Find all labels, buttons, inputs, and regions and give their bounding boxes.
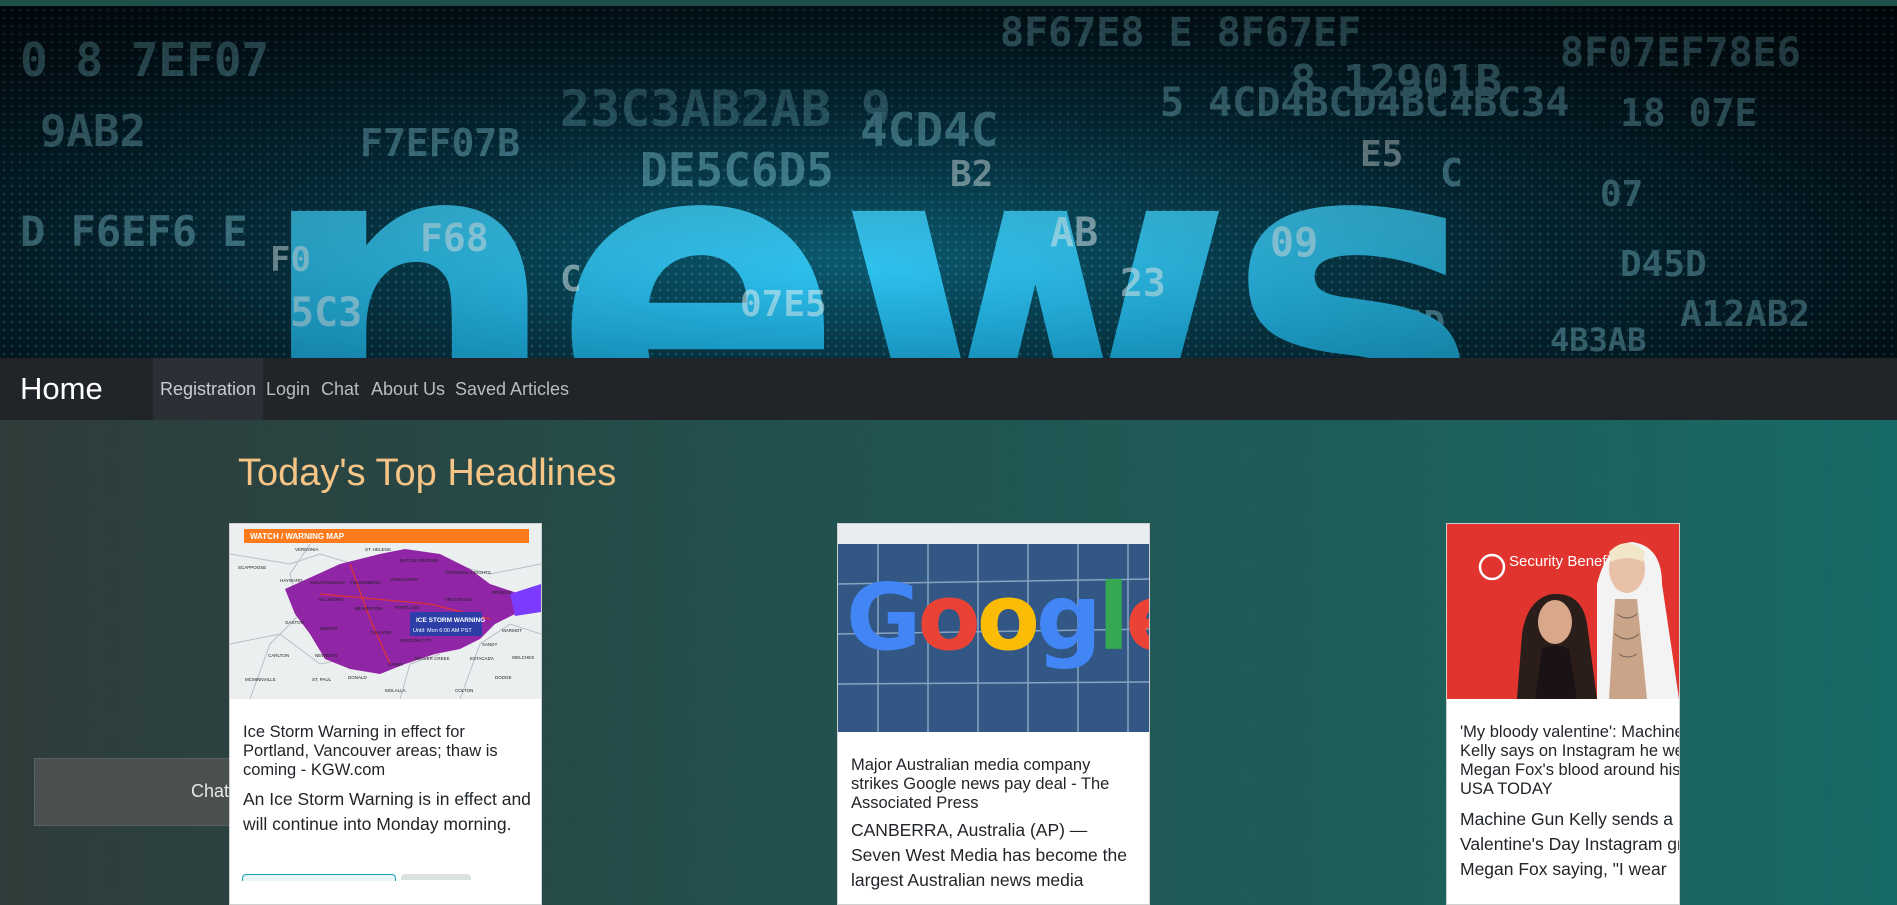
svg-text:NEWBERG: NEWBERG xyxy=(315,653,339,658)
svg-text:SANDY: SANDY xyxy=(482,642,498,647)
svg-text:MCMINNVILLE: MCMINNVILLE xyxy=(245,677,276,682)
svg-text:TUALATIN: TUALATIN xyxy=(370,630,391,635)
google-logo: Google xyxy=(846,564,1149,671)
svg-text:VERNONIA: VERNONIA xyxy=(295,547,319,552)
svg-text:VANCOUVER: VANCOUVER xyxy=(390,577,419,582)
news-banner: 0 8 7EF07 23C3AB2AB 9 8F67E8 E 8F67EF 8 … xyxy=(0,6,1897,358)
svg-text:BEAVERTON: BEAVERTON xyxy=(355,606,382,611)
svg-text:PRINDLE: PRINDLE xyxy=(492,590,512,595)
save-article-button[interactable] xyxy=(401,874,471,880)
svg-text:MIDWAY: MIDWAY xyxy=(320,626,338,631)
article-title[interactable]: 'My bloody valentine': Machine Gun Kelly… xyxy=(1460,723,1679,799)
article-image-celebrity-couple[interactable]: Security Benefit xyxy=(1447,524,1679,699)
svg-text:CANBY: CANBY xyxy=(388,662,404,667)
article-image-ice-storm-map[interactable]: WATCH / WARNING MAP ICE STORM WARNING Un… xyxy=(230,524,541,699)
svg-text:SCAPPOOSE: SCAPPOOSE xyxy=(238,565,266,570)
svg-text:TROUTDALE: TROUTDALE xyxy=(445,597,472,602)
article-card[interactable]: WATCH / WARNING MAP ICE STORM WARNING Un… xyxy=(229,523,542,905)
svg-text:ESTACADA: ESTACADA xyxy=(470,656,494,661)
svg-text:CRESWELL HEIGHTS: CRESWELL HEIGHTS xyxy=(445,570,491,575)
article-image-google-building[interactable]: Google xyxy=(838,524,1149,732)
article-card[interactable]: Security Benefit 'My bloody valentine': … xyxy=(1446,523,1680,905)
svg-text:COLTON: COLTON xyxy=(455,688,473,693)
svg-text:ST. HELENS: ST. HELENS xyxy=(365,547,391,552)
svg-text:FOLKENBERG: FOLKENBERG xyxy=(350,580,381,585)
svg-text:HILLSBORO: HILLSBORO xyxy=(318,597,344,602)
news-banner-graphic: 0 8 7EF07 23C3AB2AB 9 8F67E8 E 8F67EF 8 … xyxy=(0,6,1897,358)
article-card[interactable]: Google Major Australian media company st… xyxy=(837,523,1150,905)
nav-registration[interactable]: Registration xyxy=(153,358,264,420)
svg-text:HAYWARD: HAYWARD xyxy=(280,578,303,583)
chat-button[interactable]: Chat xyxy=(34,758,236,826)
svg-text:BATTLE GROUND: BATTLE GROUND xyxy=(400,558,439,563)
svg-text:OREGON CITY: OREGON CITY xyxy=(400,638,432,643)
top-navbar: Home Registration Login Chat About Us Sa… xyxy=(0,358,1897,420)
svg-text:Until: Mon 6:00 AM PST: Until: Mon 6:00 AM PST xyxy=(413,628,472,634)
svg-text:CARLTON: CARLTON xyxy=(268,653,289,658)
svg-text:DODGE: DODGE xyxy=(495,675,512,680)
page-heading: Today's Top Headlines xyxy=(238,452,617,494)
nav-chat[interactable]: Chat xyxy=(321,358,359,420)
nav-about-us[interactable]: About Us xyxy=(371,358,445,420)
home-link[interactable]: Home xyxy=(20,358,103,420)
svg-text:GASTON: GASTON xyxy=(285,620,304,625)
sponsor-backdrop-text: Security Benefit xyxy=(1509,553,1615,570)
svg-text:ICE STORM WARNING: ICE STORM WARNING xyxy=(416,617,485,624)
svg-text:MARMOT: MARMOT xyxy=(502,628,522,633)
nav-saved-articles[interactable]: Saved Articles xyxy=(455,358,569,420)
article-title[interactable]: Major Australian media company strikes G… xyxy=(851,756,1141,813)
svg-text:MOUNTAINDALE: MOUNTAINDALE xyxy=(310,580,345,585)
nav-login[interactable]: Login xyxy=(266,358,310,420)
chat-button-label: Chat xyxy=(191,781,230,801)
svg-text:MOLALLA: MOLALLA xyxy=(385,688,406,693)
svg-text:DONALD: DONALD xyxy=(348,675,368,680)
svg-text:PORTLAND: PORTLAND xyxy=(395,605,420,610)
article-description: Machine Gun Kelly sends a Valentine's Da… xyxy=(1460,809,1679,879)
svg-text:ST. PAUL: ST. PAUL xyxy=(312,677,332,682)
article-description: An Ice Storm Warning is in effect and wi… xyxy=(243,789,531,834)
article-description: CANBERRA, Australia (AP) — Seven West Me… xyxy=(851,820,1127,890)
svg-text:WELCHES: WELCHES xyxy=(512,655,534,660)
svg-text:WATCH / WARNING MAP: WATCH / WARNING MAP xyxy=(250,532,345,541)
svg-text:BEAVER CREEK: BEAVER CREEK xyxy=(415,656,450,661)
article-title[interactable]: Ice Storm Warning in effect for Portland… xyxy=(243,723,533,780)
